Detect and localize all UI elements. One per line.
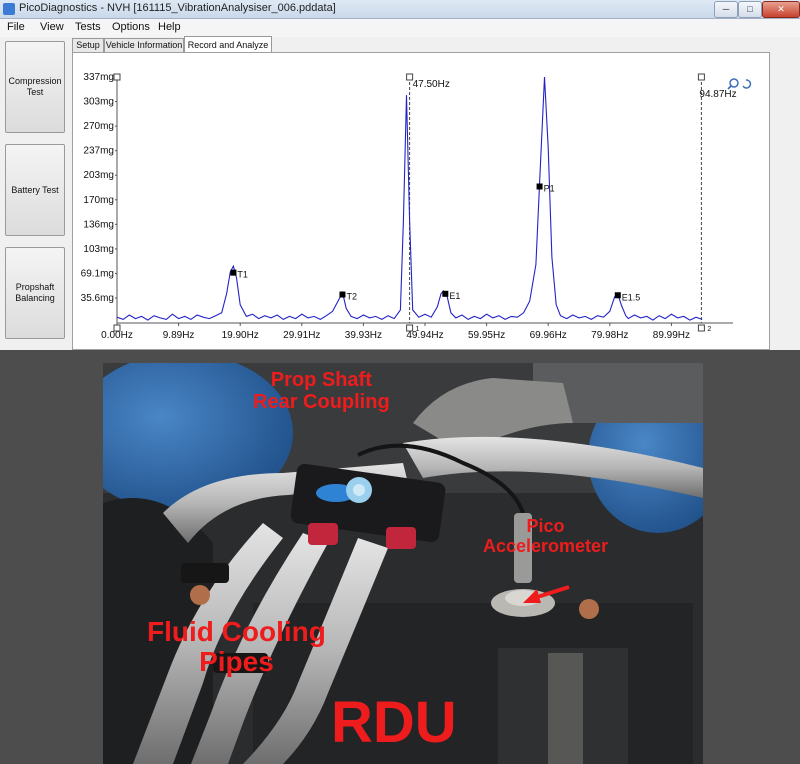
origin-handle bbox=[113, 73, 121, 81]
menu-options[interactable]: Options bbox=[112, 21, 150, 33]
x-tick-label: 19.90Hz bbox=[222, 330, 259, 341]
prop-shaft-label-line1: Prop Shaft bbox=[270, 369, 372, 391]
pico-label-line2: Accelerometer bbox=[483, 536, 609, 556]
battery-test-button[interactable]: Battery Test bbox=[5, 144, 65, 236]
x-tick-label: 69.96Hz bbox=[530, 330, 567, 341]
menu-tests[interactable]: Tests bbox=[75, 21, 101, 33]
x-tick-label: 0.00Hz bbox=[101, 330, 133, 341]
pico-accelerometer-label: Pico Accelerometer bbox=[483, 516, 608, 556]
menu-bar: File View Tests Options Help bbox=[0, 19, 800, 37]
cursor-handle-bottom-1 bbox=[406, 324, 414, 332]
prop-shaft-label: Prop Shaft Rear Coupling bbox=[253, 369, 390, 413]
menu-view[interactable]: View bbox=[40, 21, 64, 33]
marker-label-p1: P1 bbox=[544, 183, 555, 193]
spectrum-chart-panel: 337mg 303mg 270mg 237mg 203mg 170mg 136mg 103mg… bbox=[72, 52, 770, 350]
cursor-id-1: 1 bbox=[416, 326, 420, 333]
compression-test-button[interactable]: Compression Test bbox=[5, 41, 65, 133]
marker-t1 bbox=[230, 269, 237, 276]
fluid-cooling-pipes-label: Fluid Cooling Pipes bbox=[147, 617, 326, 677]
minimize-button[interactable]: ─ bbox=[714, 1, 738, 18]
title-bar: PicoDiagnostics - NVH [161115_VibrationA… bbox=[0, 0, 800, 19]
cursor-id-2: 2 bbox=[707, 326, 711, 333]
x-tick-label: 59.95Hz bbox=[468, 330, 505, 341]
y-tick-label: 303mg bbox=[83, 97, 114, 108]
maximize-button[interactable]: □ bbox=[738, 1, 762, 18]
tab-vehicle-information[interactable]: Vehicle Information bbox=[104, 38, 184, 52]
marker-label-e1: E1 bbox=[449, 291, 460, 301]
test-sidebar: Compression Test Battery Test Propshaft … bbox=[0, 37, 68, 350]
cursor-label-1: 47.50Hz bbox=[413, 79, 450, 90]
propshaft-balancing-button[interactable]: Propshaft Balancing bbox=[5, 247, 65, 339]
zoom-icon[interactable] bbox=[729, 78, 739, 88]
y-tick-label: 270mg bbox=[83, 121, 114, 132]
spectrum-chart[interactable]: 337mg 303mg 270mg 237mg 203mg 170mg 136mg 103mg… bbox=[73, 53, 771, 350]
y-tick-label: 69.1mg bbox=[81, 268, 114, 279]
compression-test-label: Compression Test bbox=[8, 76, 62, 97]
y-tick-label: 170mg bbox=[83, 195, 114, 206]
undo-zoom-icon[interactable] bbox=[742, 79, 752, 89]
close-button[interactable]: ✕ bbox=[762, 1, 800, 18]
zoom-tools[interactable] bbox=[727, 78, 752, 90]
cursor-label-2: 94.87Hz bbox=[699, 89, 736, 100]
window-title: PicoDiagnostics - NVH [161115_VibrationA… bbox=[19, 2, 336, 14]
battery-test-label: Battery Test bbox=[11, 184, 59, 195]
marker-label-e1-5: E1.5 bbox=[622, 292, 641, 302]
cursor-handle-bottom-2 bbox=[697, 324, 705, 332]
fluid-label-line2: Pipes bbox=[199, 646, 274, 677]
prop-shaft-label-line2: Rear Coupling bbox=[253, 391, 390, 413]
rdu-label: RDU bbox=[331, 690, 457, 755]
propshaft-balancing-label: Propshaft Balancing bbox=[15, 282, 55, 303]
marker-label-t1: T1 bbox=[237, 270, 248, 280]
marker-label-t2: T2 bbox=[346, 292, 357, 302]
tab-record-and-analyze[interactable]: Record and Analyze bbox=[184, 36, 272, 52]
marker-p1 bbox=[536, 183, 543, 190]
cursor-handle-top-2 bbox=[697, 73, 705, 81]
y-tick-label: 136mg bbox=[83, 219, 114, 230]
x-tick-label: 9.89Hz bbox=[163, 330, 195, 341]
y-tick-label: 103mg bbox=[83, 244, 114, 255]
x-start-handle bbox=[113, 324, 121, 332]
x-tick-label: 49.94Hz bbox=[406, 330, 443, 341]
x-tick-label: 89.99Hz bbox=[653, 330, 690, 341]
x-tick-label: 39.93Hz bbox=[345, 330, 382, 341]
rdu-photo: Prop Shaft Rear Coupling Pico Accelerome… bbox=[103, 363, 703, 764]
marker-e1 bbox=[442, 290, 449, 297]
pico-label-line1: Pico bbox=[526, 516, 565, 536]
fluid-label-line1: Fluid Cooling bbox=[147, 616, 326, 647]
x-tick-label: 29.91Hz bbox=[283, 330, 320, 341]
app-icon bbox=[3, 3, 15, 15]
pico-diagnostics-window: PicoDiagnostics - NVH [161115_VibrationA… bbox=[0, 0, 800, 350]
y-tick-label: 337mg bbox=[83, 72, 114, 83]
y-tick-label: 35.6mg bbox=[81, 293, 114, 304]
x-tick-label: 79.98Hz bbox=[591, 330, 628, 341]
y-tick-label: 237mg bbox=[83, 146, 114, 157]
marker-t2 bbox=[339, 291, 346, 298]
menu-help[interactable]: Help bbox=[158, 21, 181, 33]
marker-e1-5 bbox=[614, 292, 621, 299]
y-tick-label: 203mg bbox=[83, 170, 114, 181]
tab-setup[interactable]: Setup bbox=[72, 38, 104, 52]
menu-file[interactable]: File bbox=[7, 21, 25, 33]
